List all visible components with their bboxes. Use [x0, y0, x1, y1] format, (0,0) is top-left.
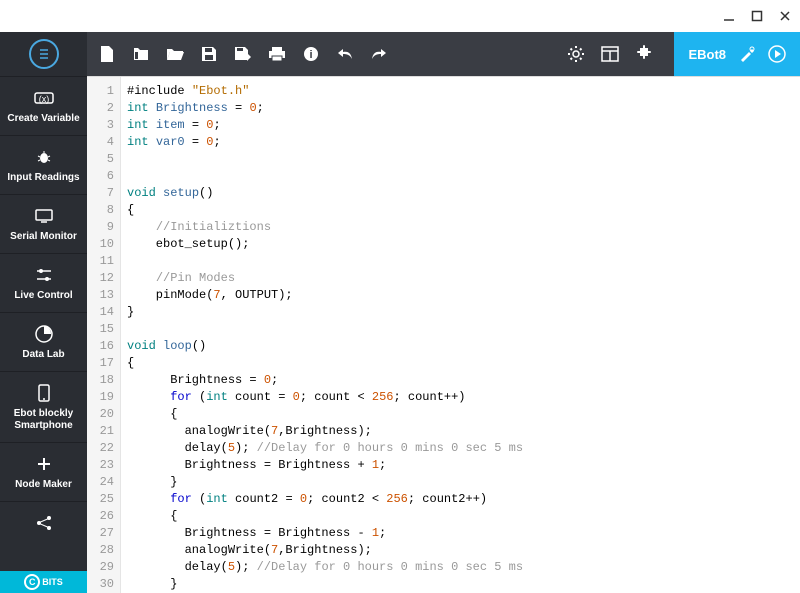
sidebar-item-input-readings[interactable]: Input Readings	[0, 135, 87, 194]
logo-icon	[29, 39, 59, 69]
extension-button[interactable]	[634, 44, 654, 64]
app-root: (x) Create Variable Input Readings Seria…	[0, 0, 800, 593]
variable-icon: (x)	[33, 87, 55, 109]
piechart-icon	[33, 323, 55, 345]
code-editor[interactable]: 1234567891011121314151617181920212223242…	[87, 76, 800, 593]
smartphone-icon	[33, 382, 55, 404]
share-icon	[33, 512, 55, 534]
sidebar-item-ebot-blockly[interactable]: Ebot blockly Smartphone	[0, 371, 87, 442]
minimize-button[interactable]	[722, 9, 736, 23]
sidebar-item-data-lab[interactable]: Data Lab	[0, 312, 87, 371]
sidebar-item-create-variable[interactable]: (x) Create Variable	[0, 76, 87, 135]
sidebar-item-label: Live Control	[14, 290, 72, 302]
svg-text:(x): (x)	[38, 94, 49, 104]
main-area: (x) Create Variable Input Readings Seria…	[0, 32, 800, 593]
run-button[interactable]	[768, 45, 786, 63]
sidebar-item-label: Node Maker	[15, 479, 72, 491]
print-button[interactable]	[267, 44, 287, 64]
sidebar-item-label: Data Lab	[22, 349, 64, 361]
open-button[interactable]	[165, 44, 185, 64]
line-gutter: 1234567891011121314151617181920212223242…	[87, 77, 121, 593]
undo-button[interactable]	[335, 44, 355, 64]
sidebar-item-label: Ebot blockly Smartphone	[2, 408, 85, 432]
logo[interactable]	[0, 32, 87, 76]
settings-button[interactable]	[566, 44, 586, 64]
bits-c-icon: C	[24, 574, 40, 590]
sidebar-item-node-maker[interactable]: Node Maker	[0, 442, 87, 501]
content-area: i EBot8 12345678910111213141516171819202…	[87, 32, 800, 593]
sidebar-item-share[interactable]	[0, 501, 87, 538]
plus-icon	[33, 453, 55, 475]
bug-icon	[33, 146, 55, 168]
save-as-button[interactable]	[233, 44, 253, 64]
sliders-icon	[33, 264, 55, 286]
bits-badge[interactable]: C BITS	[0, 571, 87, 593]
redo-button[interactable]	[369, 44, 389, 64]
maximize-button[interactable]	[750, 9, 764, 23]
svg-text:i: i	[309, 49, 312, 61]
new-file-button[interactable]	[97, 44, 117, 64]
toolbar: i EBot8	[87, 32, 800, 76]
sidebar-item-label: Serial Monitor	[10, 231, 77, 243]
device-config-button[interactable]	[738, 45, 756, 63]
projects-button[interactable]	[131, 44, 151, 64]
code-content[interactable]: #include "Ebot.h"int Brightness = 0;int …	[121, 77, 800, 593]
sidebar-item-label: Create Variable	[7, 113, 79, 125]
close-button[interactable]	[778, 9, 792, 23]
device-label: EBot8	[688, 47, 726, 62]
sidebar: (x) Create Variable Input Readings Seria…	[0, 32, 87, 593]
info-button[interactable]: i	[301, 44, 321, 64]
save-button[interactable]	[199, 44, 219, 64]
sidebar-item-label: Input Readings	[7, 172, 79, 184]
layout-button[interactable]	[600, 44, 620, 64]
window-titlebar	[0, 0, 800, 32]
sidebar-item-serial-monitor[interactable]: Serial Monitor	[0, 194, 87, 253]
device-badge: EBot8	[674, 32, 800, 76]
sidebar-item-live-control[interactable]: Live Control	[0, 253, 87, 312]
monitor-icon	[33, 205, 55, 227]
bits-label: BITS	[42, 577, 63, 587]
